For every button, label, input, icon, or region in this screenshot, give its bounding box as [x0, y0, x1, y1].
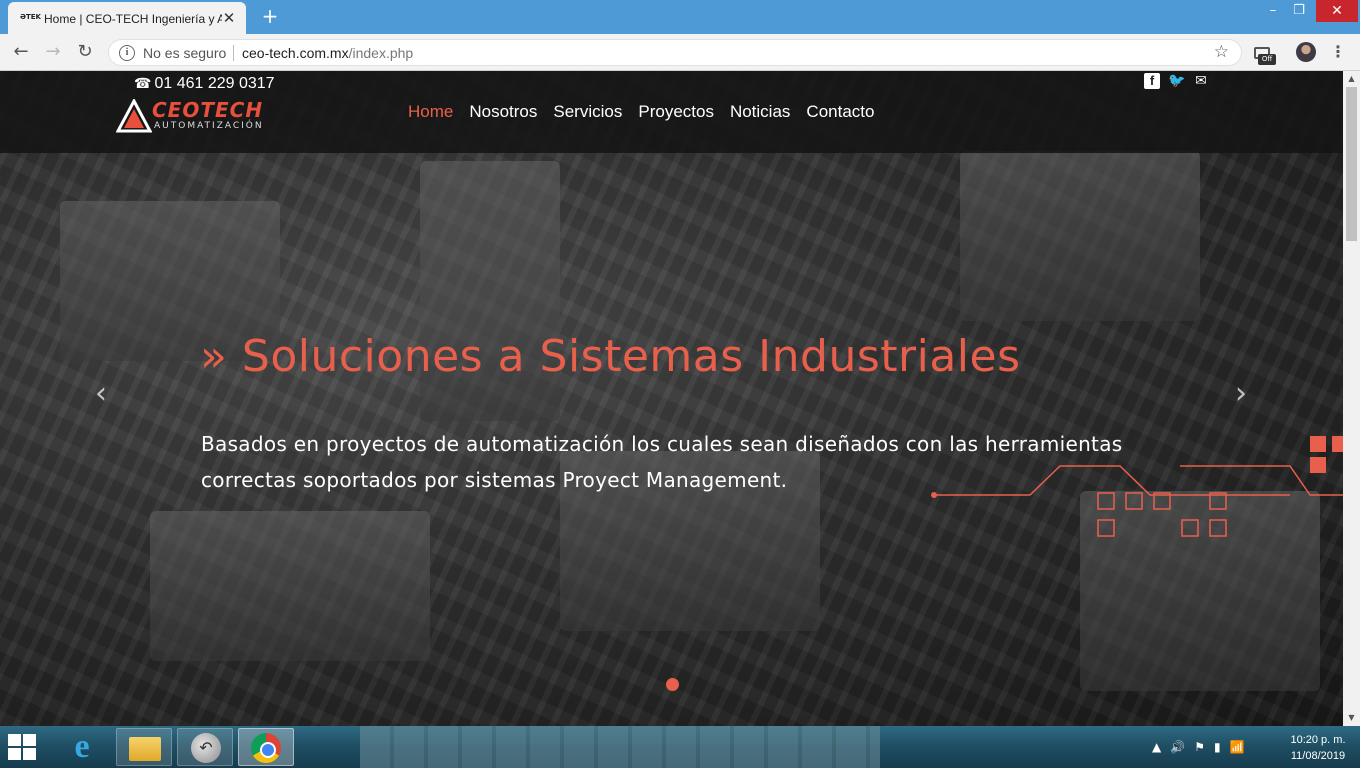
browser-menu-icon[interactable]: ⋮	[1330, 40, 1346, 64]
page-scrollbar[interactable]: ▲ ▼	[1343, 71, 1360, 726]
taskbar-explorer-button[interactable]	[116, 728, 172, 766]
scroll-up-icon[interactable]: ▲	[1343, 71, 1360, 87]
browser-toolbar: ← → ↻ i No es seguro ceo-tech.com.mx/ind…	[0, 34, 1360, 71]
tab-close-icon[interactable]: ✕	[220, 9, 238, 27]
action-center-flag-icon[interactable]: ⚑	[1194, 739, 1205, 755]
site-logo[interactable]: CEOTECH AUTOMATIZACIÓN	[116, 99, 300, 135]
internet-explorer-icon: e	[74, 728, 90, 765]
phone-icon: ☎	[134, 75, 152, 91]
security-label[interactable]: No es seguro	[143, 45, 226, 61]
phone-number[interactable]: ☎ 01 461 229 0317	[134, 73, 275, 93]
system-tray: ▲ 🔊 ⚑ ▮ 📶	[1152, 739, 1245, 755]
url-path: /index.php	[348, 45, 414, 61]
tray-expand-icon[interactable]: ▲	[1152, 739, 1161, 755]
nav-noticias[interactable]: Noticias	[730, 100, 790, 124]
windows-taskbar: e ↶ ▲ 🔊 ⚑ ▮ 📶 10:20 p. m. 11/08/2019	[0, 726, 1360, 768]
facebook-icon[interactable]: f	[1144, 73, 1160, 89]
site-header: ☎ 01 461 229 0317 CEOTECH AUTOMATIZACIÓN …	[0, 71, 1343, 153]
extension-button[interactable]: Off	[1254, 43, 1276, 65]
chrome-icon	[251, 733, 281, 763]
window-maximize-button[interactable]: ❐	[1284, 0, 1314, 22]
url-host: ceo-tech.com.mx	[242, 45, 349, 61]
reload-button[interactable]: ↻	[72, 40, 98, 64]
scrollbar-thumb[interactable]	[1346, 87, 1357, 241]
volume-icon[interactable]: 🔊	[1170, 739, 1185, 755]
back-button[interactable]: ←	[8, 40, 34, 64]
start-logo-part	[8, 734, 21, 746]
bookmark-star-icon[interactable]: ☆	[1214, 42, 1229, 62]
start-button[interactable]	[8, 734, 38, 760]
clock-time: 10:20 p. m.	[1290, 734, 1346, 746]
hero-overlay	[0, 71, 1343, 726]
page-viewport: ☎ 01 461 229 0317 CEOTECH AUTOMATIZACIÓN …	[0, 71, 1343, 726]
site-favicon-icon: ƏTEK	[20, 13, 41, 21]
taskbar-chrome-button[interactable]	[238, 728, 294, 766]
new-tab-button[interactable]: +	[258, 5, 282, 29]
hero-title: » Soluciones a Sistemas Industriales	[200, 331, 1021, 382]
nav-servicios[interactable]: Servicios	[553, 100, 622, 124]
browser-titlebar: ƏTEK Home | CEO-TECH Ingeniería y A ✕ + …	[0, 0, 1360, 34]
circuit-decoration	[931, 436, 1343, 537]
taskbar-clock[interactable]: 10:20 p. m. 11/08/2019	[1280, 732, 1356, 764]
start-logo-part	[23, 748, 36, 760]
twitter-icon[interactable]: 🐦	[1168, 73, 1185, 89]
browser-tab[interactable]: ƏTEK Home | CEO-TECH Ingeniería y A ✕	[8, 2, 246, 34]
main-nav: Home Nosotros Servicios Proyectos Notici…	[408, 100, 874, 124]
window-close-button[interactable]: ✕	[1316, 0, 1358, 22]
start-logo-part	[8, 748, 21, 760]
address-bar[interactable]: i No es seguro ceo-tech.com.mx/index.php…	[108, 39, 1242, 66]
tab-title: Home | CEO-TECH Ingeniería y A	[44, 12, 222, 26]
scroll-down-icon[interactable]: ▼	[1343, 710, 1360, 726]
nav-proyectos[interactable]: Proyectos	[638, 100, 714, 124]
profile-avatar[interactable]	[1296, 42, 1316, 62]
logo-triangle-icon	[116, 99, 152, 133]
taskbar-app-button[interactable]: ↶	[177, 728, 233, 766]
omnibox-separator	[233, 45, 234, 61]
url-text[interactable]: ceo-tech.com.mx/index.php	[242, 45, 413, 61]
app-arrow-icon: ↶	[191, 733, 221, 763]
logo-subtitle: AUTOMATIZACIÓN	[154, 121, 264, 131]
nav-contacto[interactable]: Contacto	[806, 100, 874, 124]
forward-button[interactable]: →	[40, 40, 66, 64]
taskbar-wallpaper	[360, 726, 880, 768]
nav-nosotros[interactable]: Nosotros	[469, 100, 537, 124]
info-icon[interactable]: i	[119, 45, 135, 61]
carousel-next-icon[interactable]: ›	[1226, 379, 1256, 409]
email-icon[interactable]: ✉	[1192, 73, 1210, 89]
extension-badge: Off	[1258, 54, 1276, 65]
social-links: f 🐦 ✉	[1144, 73, 1210, 93]
nav-home[interactable]: Home	[408, 100, 453, 124]
taskbar-ie-button[interactable]: e	[54, 728, 110, 766]
battery-icon[interactable]: ▮	[1214, 739, 1221, 755]
logo-brand: CEOTECH	[152, 98, 264, 122]
carousel-indicator-dot[interactable]	[666, 678, 679, 691]
phone-text: 01 461 229 0317	[154, 75, 275, 92]
start-logo-part	[23, 734, 36, 746]
carousel-prev-icon[interactable]: ‹	[86, 379, 116, 409]
clock-date: 11/08/2019	[1290, 750, 1346, 762]
folder-icon	[129, 737, 161, 761]
network-signal-icon[interactable]: 📶	[1230, 739, 1245, 755]
